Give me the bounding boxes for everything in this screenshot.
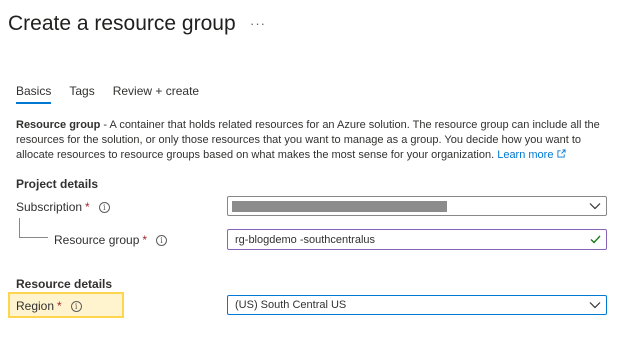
redacted-subscription-value xyxy=(232,200,447,212)
info-icon[interactable]: i xyxy=(98,201,110,213)
region-label-text: Region xyxy=(16,299,55,313)
subscription-label-text: Subscription xyxy=(16,200,83,214)
required-marker: * xyxy=(57,299,62,313)
chevron-down-icon xyxy=(584,296,606,314)
region-dropdown[interactable]: (US) South Central US xyxy=(227,295,607,315)
info-icon[interactable]: i xyxy=(70,300,82,312)
project-details-heading: Project details xyxy=(16,177,99,191)
resource-group-label-text: Resource group xyxy=(54,233,140,247)
tab-tags[interactable]: Tags xyxy=(69,84,94,104)
chevron-down-icon xyxy=(584,197,606,215)
description: Resource group - A container that holds … xyxy=(16,118,611,163)
tab-review-create[interactable]: Review + create xyxy=(113,84,199,104)
region-label: Region * i xyxy=(16,299,82,313)
resource-group-value: rg-blogdemo -southcentralus xyxy=(235,233,376,246)
tab-bar: Basics Tags Review + create xyxy=(16,84,199,104)
required-marker: * xyxy=(142,233,148,247)
tab-basics[interactable]: Basics xyxy=(16,84,52,104)
description-bold: Resource group xyxy=(16,119,101,131)
tree-connector xyxy=(19,218,20,237)
checkmark-icon xyxy=(584,230,606,249)
subscription-label: Subscription * i xyxy=(16,200,110,214)
learn-more-link[interactable]: Learn more xyxy=(497,149,553,161)
external-link-icon xyxy=(556,148,566,163)
more-options-button[interactable]: ··· xyxy=(250,16,266,31)
resource-group-input[interactable]: rg-blogdemo -southcentralus xyxy=(227,229,607,250)
required-marker: * xyxy=(85,200,90,214)
info-icon[interactable]: i xyxy=(156,234,168,246)
resource-group-label: Resource group * i xyxy=(54,233,168,247)
page-title: Create a resource group xyxy=(8,12,236,35)
tree-connector-horizontal xyxy=(19,237,48,238)
region-value: (US) South Central US xyxy=(235,299,347,311)
subscription-dropdown[interactable] xyxy=(227,196,607,216)
resource-details-heading: Resource details xyxy=(16,277,113,291)
